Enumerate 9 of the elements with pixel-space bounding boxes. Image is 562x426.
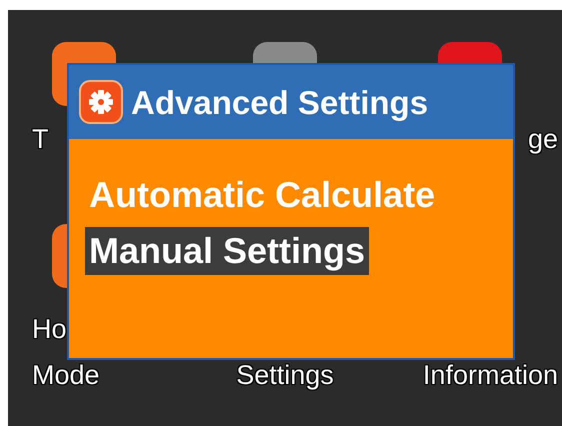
menu-item[interactable]: Manual Settings [85, 227, 370, 275]
app-label: Information [422, 359, 558, 392]
app-label: T [32, 123, 48, 156]
app-label: Settings [236, 359, 334, 392]
app-label: Ho [32, 313, 67, 346]
dialog-title: Advanced Settings [131, 86, 428, 118]
app-label: Mode [32, 359, 100, 392]
app-label: ge [528, 123, 558, 156]
gear-icon [79, 80, 123, 124]
